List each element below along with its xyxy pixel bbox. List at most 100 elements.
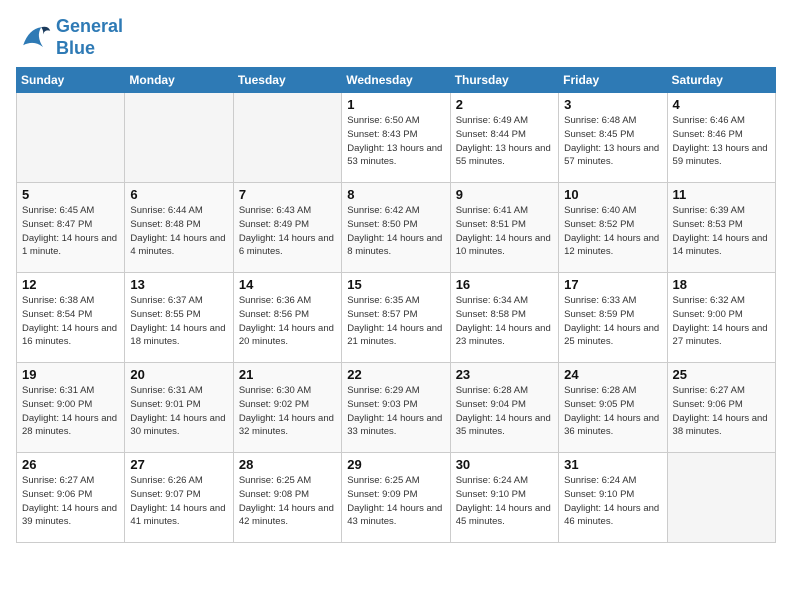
page-header: General Blue	[16, 16, 776, 59]
day-info: Sunrise: 6:28 AMSunset: 9:04 PMDaylight:…	[456, 384, 553, 439]
day-number: 23	[456, 367, 553, 382]
calendar-cell: 25 Sunrise: 6:27 AMSunset: 9:06 PMDayligh…	[667, 363, 775, 453]
day-info: Sunrise: 6:41 AMSunset: 8:51 PMDaylight:…	[456, 204, 553, 259]
week-row-2: 5 Sunrise: 6:45 AMSunset: 8:47 PMDaylight…	[17, 183, 776, 273]
day-info: Sunrise: 6:38 AMSunset: 8:54 PMDaylight:…	[22, 294, 119, 349]
calendar-cell: 13 Sunrise: 6:37 AMSunset: 8:55 PMDayligh…	[125, 273, 233, 363]
header-tuesday: Tuesday	[233, 68, 341, 93]
day-number: 8	[347, 187, 444, 202]
day-number: 11	[673, 187, 770, 202]
calendar-cell: 21 Sunrise: 6:30 AMSunset: 9:02 PMDayligh…	[233, 363, 341, 453]
day-number: 22	[347, 367, 444, 382]
day-info: Sunrise: 6:32 AMSunset: 9:00 PMDaylight:…	[673, 294, 770, 349]
day-number: 31	[564, 457, 661, 472]
calendar-cell: 1Sunrise: 6:50 AMSunset: 8:43 PMDaylight…	[342, 93, 450, 183]
calendar-cell: 3 Sunrise: 6:48 AMSunset: 8:45 PMDaylight…	[559, 93, 667, 183]
calendar-cell: 31 Sunrise: 6:24 AMSunset: 9:10 PMDayligh…	[559, 453, 667, 543]
day-info: Sunrise: 6:43 AMSunset: 8:49 PMDaylight:…	[239, 204, 336, 259]
calendar-cell: 15Sunrise: 6:35 AMSunset: 8:57 PMDayligh…	[342, 273, 450, 363]
calendar-cell	[17, 93, 125, 183]
calendar-cell: 24 Sunrise: 6:28 AMSunset: 9:05 PMDayligh…	[559, 363, 667, 453]
day-number: 16	[456, 277, 553, 292]
day-info: Sunrise: 6:29 AMSunset: 9:03 PMDaylight:…	[347, 384, 444, 439]
calendar-cell: 28 Sunrise: 6:25 AMSunset: 9:08 PMDayligh…	[233, 453, 341, 543]
day-number: 27	[130, 457, 227, 472]
header-saturday: Saturday	[667, 68, 775, 93]
header-sunday: Sunday	[17, 68, 125, 93]
day-number: 5	[22, 187, 119, 202]
day-info: Sunrise: 6:48 AMSunset: 8:45 PMDaylight:…	[564, 114, 661, 169]
header-wednesday: Wednesday	[342, 68, 450, 93]
calendar-cell: 4Sunrise: 6:46 AMSunset: 8:46 PMDaylight…	[667, 93, 775, 183]
week-row-1: 1Sunrise: 6:50 AMSunset: 8:43 PMDaylight…	[17, 93, 776, 183]
day-info: Sunrise: 6:27 AMSunset: 9:06 PMDaylight:…	[22, 474, 119, 529]
calendar-header-row: SundayMondayTuesdayWednesdayThursdayFrid…	[17, 68, 776, 93]
calendar-cell: 23 Sunrise: 6:28 AMSunset: 9:04 PMDayligh…	[450, 363, 558, 453]
day-number: 21	[239, 367, 336, 382]
header-thursday: Thursday	[450, 68, 558, 93]
day-info: Sunrise: 6:34 AMSunset: 8:58 PMDaylight:…	[456, 294, 553, 349]
day-number: 18	[673, 277, 770, 292]
header-monday: Monday	[125, 68, 233, 93]
day-number: 4	[673, 97, 770, 112]
day-number: 14	[239, 277, 336, 292]
day-number: 24	[564, 367, 661, 382]
header-friday: Friday	[559, 68, 667, 93]
calendar-cell	[125, 93, 233, 183]
day-number: 6	[130, 187, 227, 202]
calendar-cell: 8 Sunrise: 6:42 AMSunset: 8:50 PMDaylight…	[342, 183, 450, 273]
calendar-cell: 27 Sunrise: 6:26 AMSunset: 9:07 PMDayligh…	[125, 453, 233, 543]
calendar-cell: 11Sunrise: 6:39 AMSunset: 8:53 PMDayligh…	[667, 183, 775, 273]
day-info: Sunrise: 6:44 AMSunset: 8:48 PMDaylight:…	[130, 204, 227, 259]
day-info: Sunrise: 6:30 AMSunset: 9:02 PMDaylight:…	[239, 384, 336, 439]
day-info: Sunrise: 6:24 AMSunset: 9:10 PMDaylight:…	[564, 474, 661, 529]
calendar-cell: 16 Sunrise: 6:34 AMSunset: 8:58 PMDayligh…	[450, 273, 558, 363]
day-info: Sunrise: 6:25 AMSunset: 9:08 PMDaylight:…	[239, 474, 336, 529]
day-info: Sunrise: 6:33 AMSunset: 8:59 PMDaylight:…	[564, 294, 661, 349]
week-row-4: 19 Sunrise: 6:31 AMSunset: 9:00 PMDayligh…	[17, 363, 776, 453]
day-number: 13	[130, 277, 227, 292]
calendar-table: SundayMondayTuesdayWednesdayThursdayFrid…	[16, 67, 776, 543]
day-number: 28	[239, 457, 336, 472]
day-number: 19	[22, 367, 119, 382]
calendar-cell: 18 Sunrise: 6:32 AMSunset: 9:00 PMDayligh…	[667, 273, 775, 363]
calendar-cell	[667, 453, 775, 543]
calendar-cell: 17 Sunrise: 6:33 AMSunset: 8:59 PMDayligh…	[559, 273, 667, 363]
day-number: 17	[564, 277, 661, 292]
day-info: Sunrise: 6:24 AMSunset: 9:10 PMDaylight:…	[456, 474, 553, 529]
calendar-cell: 29 Sunrise: 6:25 AMSunset: 9:09 PMDayligh…	[342, 453, 450, 543]
calendar-cell: 20Sunrise: 6:31 AMSunset: 9:01 PMDayligh…	[125, 363, 233, 453]
day-number: 10	[564, 187, 661, 202]
calendar-cell: 14Sunrise: 6:36 AMSunset: 8:56 PMDayligh…	[233, 273, 341, 363]
calendar-cell: 7Sunrise: 6:43 AMSunset: 8:49 PMDaylight…	[233, 183, 341, 273]
calendar-cell: 22 Sunrise: 6:29 AMSunset: 9:03 PMDayligh…	[342, 363, 450, 453]
day-number: 15	[347, 277, 444, 292]
logo-text: General Blue	[56, 16, 123, 59]
day-number: 2	[456, 97, 553, 112]
calendar-cell: 19 Sunrise: 6:31 AMSunset: 9:00 PMDayligh…	[17, 363, 125, 453]
calendar-cell: 2 Sunrise: 6:49 AMSunset: 8:44 PMDaylight…	[450, 93, 558, 183]
day-info: Sunrise: 6:28 AMSunset: 9:05 PMDaylight:…	[564, 384, 661, 439]
day-info: Sunrise: 6:26 AMSunset: 9:07 PMDaylight:…	[130, 474, 227, 529]
calendar-cell: 12 Sunrise: 6:38 AMSunset: 8:54 PMDayligh…	[17, 273, 125, 363]
day-number: 20	[130, 367, 227, 382]
week-row-5: 26Sunrise: 6:27 AMSunset: 9:06 PMDayligh…	[17, 453, 776, 543]
day-info: Sunrise: 6:25 AMSunset: 9:09 PMDaylight:…	[347, 474, 444, 529]
day-info: Sunrise: 6:27 AMSunset: 9:06 PMDaylight:…	[673, 384, 770, 439]
day-number: 25	[673, 367, 770, 382]
day-number: 3	[564, 97, 661, 112]
calendar-cell: 9 Sunrise: 6:41 AMSunset: 8:51 PMDaylight…	[450, 183, 558, 273]
calendar-cell: 10Sunrise: 6:40 AMSunset: 8:52 PMDayligh…	[559, 183, 667, 273]
day-info: Sunrise: 6:42 AMSunset: 8:50 PMDaylight:…	[347, 204, 444, 259]
day-number: 12	[22, 277, 119, 292]
day-info: Sunrise: 6:37 AMSunset: 8:55 PMDaylight:…	[130, 294, 227, 349]
day-number: 29	[347, 457, 444, 472]
calendar-cell: 26Sunrise: 6:27 AMSunset: 9:06 PMDayligh…	[17, 453, 125, 543]
day-info: Sunrise: 6:49 AMSunset: 8:44 PMDaylight:…	[456, 114, 553, 169]
logo-bird-icon	[16, 20, 52, 56]
calendar-cell: 30Sunrise: 6:24 AMSunset: 9:10 PMDayligh…	[450, 453, 558, 543]
day-number: 9	[456, 187, 553, 202]
day-info: Sunrise: 6:45 AMSunset: 8:47 PMDaylight:…	[22, 204, 119, 259]
day-info: Sunrise: 6:31 AMSunset: 9:00 PMDaylight:…	[22, 384, 119, 439]
week-row-3: 12 Sunrise: 6:38 AMSunset: 8:54 PMDayligh…	[17, 273, 776, 363]
